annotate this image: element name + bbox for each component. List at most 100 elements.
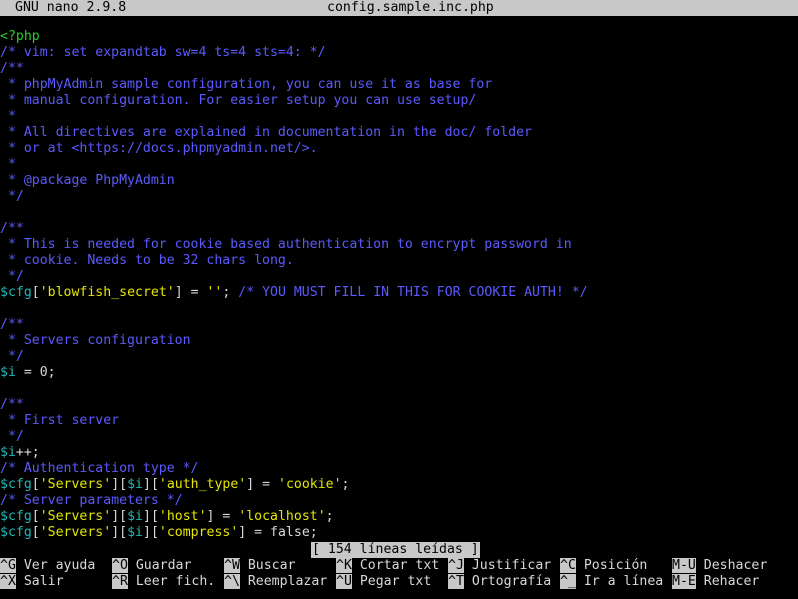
code-token: 'blowfish_secret' [39,285,175,300]
code-token: i [135,509,143,524]
code-token: 'cookie' [278,477,342,492]
code-token: /* vim: set expandtab sw=4 ts=4 sts=4: *… [0,45,326,60]
code-token: [ [31,477,40,492]
code-token: */ [0,269,24,284]
code-line[interactable]: $cfg['blowfish_secret'] = ''; /* YOU MUS… [0,285,798,301]
code-line[interactable]: $cfg['Servers'][$i]['compress'] = false; [0,525,798,541]
shortcut-justificar[interactable]: ^J Justificar [448,558,551,574]
shortcut-bar: ^G Ver ayuda ^O Guardar ^W Buscar ^K Cortar… [0,558,798,590]
code-token: i [7,365,16,380]
shortcut-salir[interactable]: ^X Salir [0,574,64,590]
shortcut-label: Guardar [135,558,192,573]
shortcut-key: ^J [448,558,464,573]
code-token: $ [127,477,136,492]
code-line[interactable] [0,301,798,317]
code-token: * [0,157,16,172]
code-token: i [135,477,143,492]
code-line[interactable]: * cookie. Needs to be 32 chars long. [0,253,798,269]
code-token: $ [0,285,8,300]
shortcut-key: ^O [112,558,128,573]
code-token: cfg [7,509,32,524]
code-token: * phpMyAdmin sample configuration, you c… [0,77,493,92]
shortcut-ver-ayuda[interactable]: ^G Ver ayuda [0,558,95,574]
shortcut-key: ^_ [560,574,576,589]
code-line[interactable]: <?php [0,29,798,45]
code-token: ] = [174,285,207,300]
code-line[interactable]: */ [0,349,798,365]
shortcut-posici-n[interactable]: ^C Posición [560,558,647,574]
code-token: ; [325,509,334,524]
code-line[interactable]: /* Authentication type */ [0,461,798,477]
code-token: * manual configuration. For easier setup… [0,93,477,108]
shortcut-leer-fich[interactable]: ^R Leer fich. [112,574,215,590]
code-line[interactable]: * [0,109,798,125]
code-line[interactable]: * This is needed for cookie based authen… [0,237,798,253]
code-line[interactable]: */ [0,189,798,205]
code-line[interactable] [0,205,798,221]
code-token: ][ [111,525,128,540]
code-token: $ [127,509,136,524]
code-token: '' [206,285,223,300]
code-line[interactable]: /* Server parameters */ [0,493,798,509]
shortcut-key: ^X [0,574,16,589]
shortcut-buscar[interactable]: ^W Buscar [224,558,295,574]
code-token: ] = false; [238,525,318,540]
code-token: <?php [0,29,40,44]
code-line[interactable]: * All directives are explained in docume… [0,125,798,141]
code-line[interactable]: /** [0,61,798,77]
code-line[interactable] [0,381,798,397]
code-line[interactable]: $cfg['Servers'][$i]['auth_type'] = 'cook… [0,477,798,493]
code-token: 'localhost' [238,509,326,524]
editor-text-area[interactable]: <?php/* vim: set expandtab sw=4 ts=4 sts… [0,29,798,541]
code-token: * First server [0,413,120,428]
code-token: /* YOU MUST FILL IN THIS FOR COOKIE AUTH… [238,285,588,300]
code-token: */ [0,189,24,204]
shortcut-key: ^K [336,558,352,573]
shortcut-cortar-txt[interactable]: ^K Cortar txt [336,558,439,574]
shortcut-pegar-txt[interactable]: ^U Pegar txt [336,574,431,590]
shortcut-label: Ir a línea [583,574,664,589]
code-line[interactable]: $i = 0; [0,365,798,381]
code-line[interactable]: * Servers configuration [0,333,798,349]
code-line[interactable]: /** [0,221,798,237]
code-line[interactable]: /** [0,317,798,333]
code-line[interactable]: * manual configuration. For easier setup… [0,93,798,109]
code-token: 'host' [158,509,207,524]
code-token: /** [0,221,24,236]
code-line[interactable]: * or at <https://docs.phpmyadmin.net/>. [0,141,798,157]
code-line[interactable]: $i++; [0,445,798,461]
code-line[interactable]: * [0,157,798,173]
shortcut-key: ^W [224,558,240,573]
code-token: $ [0,477,8,492]
code-line[interactable]: /** [0,397,798,413]
code-token: 'Servers' [39,525,112,540]
code-token: * @package PhpMyAdmin [0,173,175,188]
shortcut-guardar[interactable]: ^O Guardar [112,558,191,574]
shortcut-label: Ver ayuda [23,558,96,573]
shortcut-ortograf-a[interactable]: ^T Ortografía [448,574,551,590]
code-line[interactable]: /* vim: set expandtab sw=4 ts=4 sts=4: *… [0,45,798,61]
code-token: = 0; [15,365,56,380]
code-line[interactable]: */ [0,429,798,445]
shortcut-reemplazar[interactable]: ^\ Reemplazar [224,574,327,590]
code-token: $ [0,445,8,460]
shortcut-deshacer[interactable]: M-U Deshacer [672,558,767,574]
shortcut-label: Deshacer [703,558,768,573]
code-line[interactable]: * phpMyAdmin sample configuration, you c… [0,77,798,93]
code-line[interactable]: */ [0,269,798,285]
code-token: ][ [143,509,159,524]
shortcut-rehacer[interactable]: M-E Rehacer [672,574,759,590]
code-token: i [7,445,16,460]
shortcut-ir-a-l-nea[interactable]: ^_ Ir a línea [560,574,663,590]
code-token: 'auth_type' [158,477,247,492]
code-token: ][ [143,525,159,540]
code-token: [ [31,509,40,524]
code-line[interactable]: * @package PhpMyAdmin [0,173,798,189]
code-line[interactable]: * First server [0,413,798,429]
code-line[interactable]: $cfg['Servers'][$i]['host'] = 'localhost… [0,509,798,525]
code-token: 'Servers' [39,477,112,492]
file-name: config.sample.inc.php [327,0,494,15]
code-token: */ [0,429,24,444]
code-token: * All directives are explained in docume… [0,125,532,140]
code-token: 'Servers' [39,509,112,524]
